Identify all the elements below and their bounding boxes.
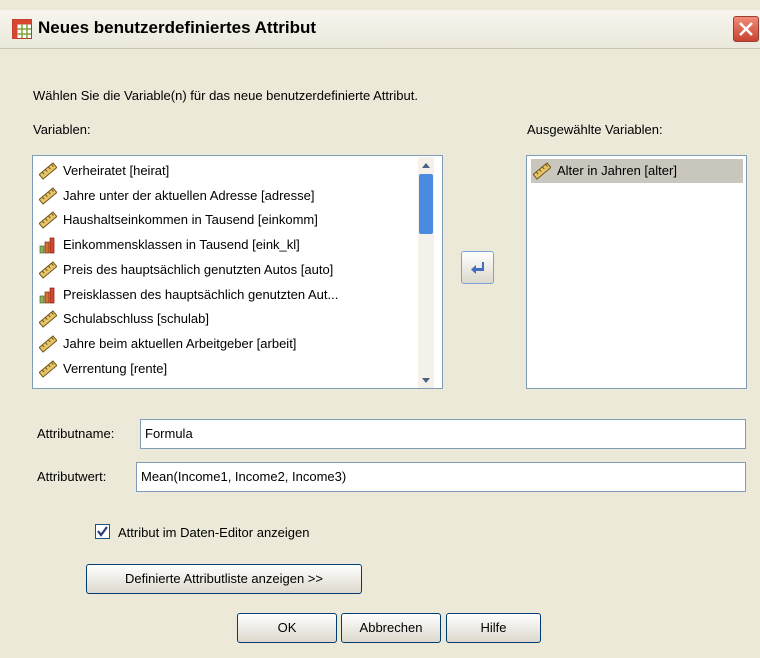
- variables-scrollbar[interactable]: [418, 157, 434, 388]
- triangle-up-icon: [422, 163, 430, 168]
- variable-item-label: Preis des hauptsächlich genutzten Autos …: [63, 261, 334, 277]
- selected-variable-item-label: Alter in Jahren [alter]: [557, 163, 677, 178]
- variables-label: Variablen:: [33, 122, 91, 137]
- variable-item-label: Schulabschluss [schulab]: [63, 311, 209, 327]
- variables-listbox[interactable]: Verheiratet [heirat] Jahre unter der aktu…: [32, 155, 443, 389]
- variable-item-label: Verheiratet [heirat]: [63, 163, 170, 178]
- data-grid-icon: [12, 19, 32, 39]
- show-attribute-list-button[interactable]: Definierte Attributliste anzeigen >>: [86, 564, 362, 594]
- variable-item-label: Einkommensklassen in Tausend [eink_kl]: [63, 237, 300, 253]
- variable-item-label: Jahre beim aktuellen Arbeitgeber [arbeit…: [63, 335, 297, 351]
- window-title: Neues benutzerdefiniertes Attribut: [38, 18, 317, 37]
- ruler-icon: [38, 261, 58, 279]
- scroll-up-arrow[interactable]: [418, 157, 434, 173]
- dialog-window: Neues benutzerdefiniertes Attribut Wähle…: [0, 0, 760, 658]
- ruler-icon: [38, 359, 58, 378]
- variable-item-label: Jahre unter der aktuellen Adresse [adres…: [63, 187, 315, 203]
- triangle-down-icon: [422, 378, 430, 383]
- close-icon: [739, 22, 753, 36]
- ruler-icon: [532, 162, 552, 180]
- selected-variables-label: Ausgewählte Variablen:: [527, 122, 663, 137]
- attribute-value-label: Attributwert:: [37, 469, 107, 484]
- ruler-icon: [38, 162, 58, 180]
- selected-variable-item[interactable]: Alter in Jahren [alter]: [531, 159, 743, 183]
- show-in-editor-label: Attribut im Daten-Editor anzeigen: [118, 525, 310, 540]
- variable-item-label: Verrentung [rente]: [63, 360, 168, 376]
- instruction-text: Wählen Sie die Variable(n) für das neue …: [33, 88, 418, 103]
- show-in-editor-checkbox[interactable]: [95, 524, 110, 539]
- attribute-value-field[interactable]: Mean(Income1, Income2, Income3): [136, 462, 746, 492]
- help-button[interactable]: Hilfe: [446, 613, 541, 643]
- attribute-name-label: Attributname:: [37, 426, 115, 441]
- title-bar[interactable]: Neues benutzerdefiniertes Attribut: [0, 10, 760, 49]
- ruler-icon: [38, 186, 58, 205]
- ok-button[interactable]: OK: [237, 613, 337, 643]
- scroll-down-arrow[interactable]: [418, 372, 434, 388]
- arrow-left-icon: [471, 262, 484, 274]
- move-variable-button[interactable]: [461, 251, 494, 284]
- scroll-thumb[interactable]: [419, 174, 433, 234]
- checkmark-icon: [97, 526, 108, 537]
- ruler-icon: [38, 335, 58, 353]
- ruler-icon: [38, 310, 58, 328]
- bar-chart-icon: [39, 236, 57, 254]
- ruler-icon: [38, 211, 58, 230]
- attribute-name-field[interactable]: Formula: [140, 419, 746, 449]
- close-button[interactable]: [733, 16, 759, 42]
- variable-item-label: Haushaltseinkommen in Tausend [einkomm]: [63, 212, 318, 228]
- bar-chart-icon: [39, 286, 57, 304]
- cancel-button[interactable]: Abbrechen: [341, 613, 441, 643]
- variable-item-label: Preisklassen des hauptsächlich genutzten…: [63, 286, 339, 302]
- selected-variables-listbox[interactable]: Alter in Jahren [alter]: [526, 155, 747, 389]
